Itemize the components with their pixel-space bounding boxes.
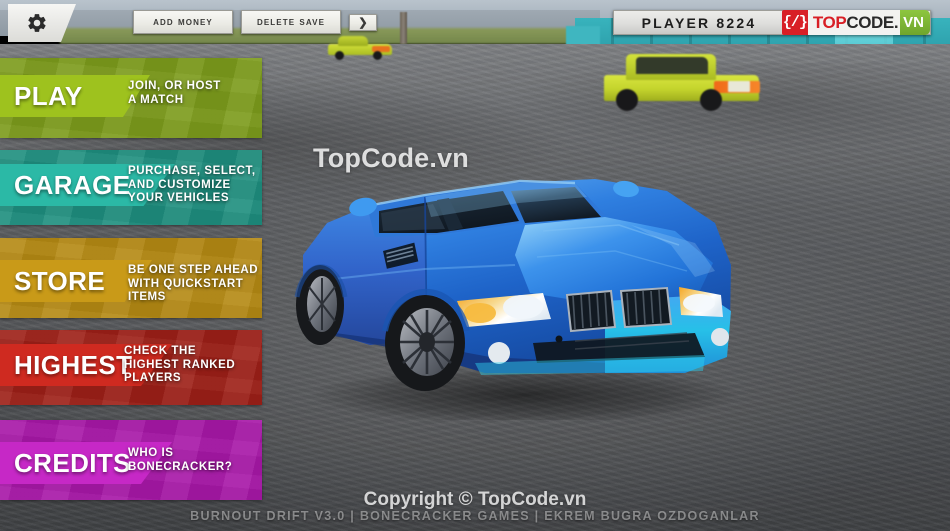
menu-item-credits[interactable]: CREDITS Who is bonecracker? xyxy=(0,420,262,500)
menu-item-credits-label: CREDITS xyxy=(14,447,131,478)
menu-item-highest[interactable]: HIGHEST Check the highest ranked players xyxy=(0,330,262,405)
menu-item-credits-description: Who is bonecracker? xyxy=(128,447,233,473)
topcode-word-code: CODE. xyxy=(846,13,899,32)
menu-item-garage[interactable]: GARAGE Purchase, select, and customize y… xyxy=(0,150,262,225)
main-menu: PLAY Join, or host a match GARAGE Purcha… xyxy=(0,0,265,531)
menu-item-store-label: STORE xyxy=(14,265,106,296)
topcode-word-top: TOP xyxy=(812,13,847,32)
menu-item-play[interactable]: PLAY Join, or host a match xyxy=(0,58,262,138)
menu-item-garage-label: GARAGE xyxy=(14,169,131,200)
topcode-shield-icon: {/} xyxy=(781,10,808,35)
topcode-word-vn: VN xyxy=(900,10,930,35)
topcode-wordmark: TOP CODE. xyxy=(807,10,901,35)
topcode-watermark-logo: {/} TOP CODE. VN xyxy=(781,10,930,35)
menu-item-play-description: Join, or host a match xyxy=(128,80,221,106)
menu-item-highest-description: Check the highest ranked players xyxy=(124,345,236,384)
menu-item-store-description: Be one step ahead with quickstart items xyxy=(128,264,259,303)
game-main-menu-screen: Add Money Delete Save ❯ PLAYER 8224 {/} … xyxy=(0,0,950,531)
hero-vehicle-blue-bmw-m3 xyxy=(275,105,755,420)
menu-item-play-label: PLAY xyxy=(14,80,83,111)
next-page-button[interactable]: ❯ xyxy=(349,14,377,31)
menu-item-store[interactable]: STORE Be one step ahead with quickstart … xyxy=(0,238,262,318)
parked-car-near xyxy=(604,49,760,111)
player-name-label: PLAYER 8224 xyxy=(641,14,757,31)
menu-item-garage-description: Purchase, select, and customize your veh… xyxy=(128,165,256,204)
menu-item-highest-label: HIGHEST xyxy=(14,349,133,380)
